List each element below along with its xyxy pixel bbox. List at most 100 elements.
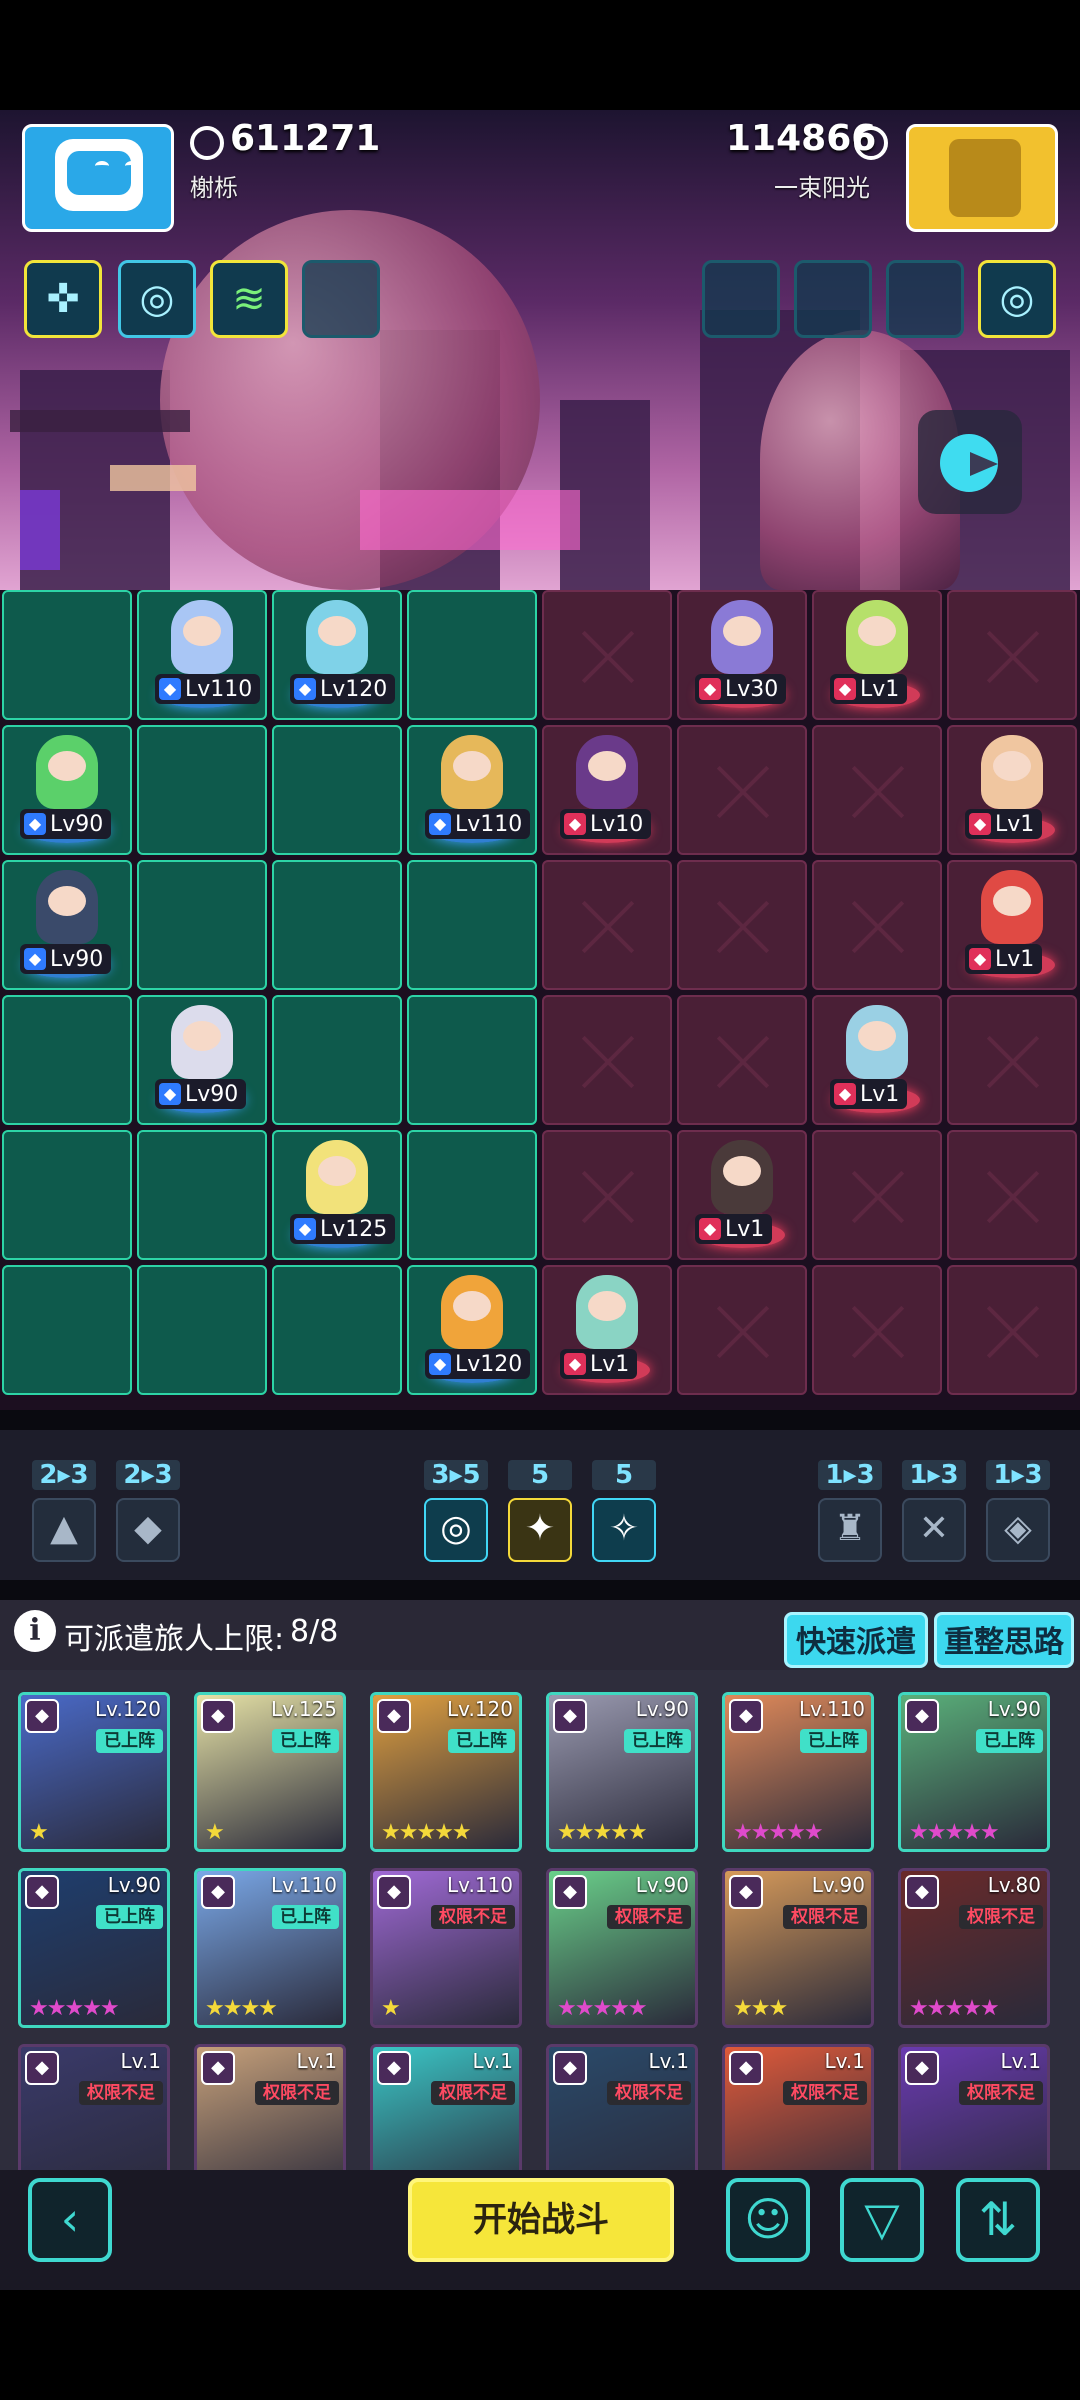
ally-tile[interactable]: [137, 1130, 267, 1260]
enemy-tile[interactable]: [677, 860, 807, 990]
synergy-trait[interactable]: 2▸3 ▲: [32, 1460, 96, 1562]
character-card[interactable]: ◆ Lv.125 已上阵 ★: [194, 1692, 346, 1852]
sort-icon: ⇅: [978, 2192, 1018, 2246]
player-avatar[interactable]: [22, 124, 174, 232]
ally-tile[interactable]: [2, 590, 132, 720]
enemy-unit[interactable]: ◆ Lv1: [542, 1265, 672, 1395]
cross-rune-icon: ✜: [46, 276, 80, 322]
synergy-trait[interactable]: 1▸3 ✕: [902, 1460, 966, 1562]
synergy-trait[interactable]: 5 ✦: [508, 1460, 572, 1562]
enemy-unit[interactable]: ◆ Lv30: [677, 590, 807, 720]
character-card[interactable]: ◆ Lv.1 权限不足: [194, 2044, 346, 2170]
class-icon: ◆: [564, 1353, 586, 1375]
ally-tile[interactable]: [137, 860, 267, 990]
ally-unit[interactable]: ◆ Lv120: [407, 1265, 537, 1395]
unit-level: Lv90: [185, 1081, 239, 1107]
enemy-tile[interactable]: [542, 590, 672, 720]
ally-tile[interactable]: [407, 1130, 537, 1260]
ally-unit[interactable]: ◆ Lv120: [272, 590, 402, 720]
character-card[interactable]: ◆ Lv.1 权限不足: [722, 2044, 874, 2170]
enemy-tile[interactable]: [812, 860, 942, 990]
synergy-trait[interactable]: 2▸3 ◆: [116, 1460, 180, 1562]
character-card[interactable]: ◆ Lv.90 权限不足 ★★★: [722, 1868, 874, 2028]
ally-tile[interactable]: [137, 725, 267, 855]
brain-button[interactable]: ☺: [726, 2178, 810, 2262]
character-card[interactable]: ◆ Lv.90 权限不足 ★★★★★: [546, 1868, 698, 2028]
ally-tile[interactable]: [137, 1265, 267, 1395]
reset-strategy-button[interactable]: 重整思路: [934, 1612, 1074, 1668]
character-card[interactable]: ◆ Lv.120 已上阵 ★★★★★: [370, 1692, 522, 1852]
enemy-unit[interactable]: ◆ Lv1: [812, 995, 942, 1125]
synergy-count: 1▸3: [818, 1460, 882, 1490]
enemy-unit[interactable]: ◆ Lv10: [542, 725, 672, 855]
character-card[interactable]: ◆ Lv.1 权限不足: [898, 2044, 1050, 2170]
ally-tile[interactable]: [272, 725, 402, 855]
ally-unit[interactable]: ◆ Lv110: [137, 590, 267, 720]
character-card[interactable]: ◆ Lv.80 权限不足 ★★★★★: [898, 1868, 1050, 2028]
enemy-tile[interactable]: [947, 590, 1077, 720]
enemy-tile[interactable]: [542, 1130, 672, 1260]
ally-tile[interactable]: [2, 1130, 132, 1260]
ally-tile[interactable]: [407, 995, 537, 1125]
rune-slot-zigzag[interactable]: ≋: [210, 260, 288, 338]
ally-unit[interactable]: ◆ Lv90: [2, 725, 132, 855]
enemy-tile[interactable]: [947, 1265, 1077, 1395]
enemy-tile[interactable]: [677, 995, 807, 1125]
enemy-tile[interactable]: [677, 725, 807, 855]
unit-level-badge: ◆ Lv125: [290, 1214, 396, 1244]
enemy-unit[interactable]: ◆ Lv1: [812, 590, 942, 720]
ally-tile[interactable]: [272, 1265, 402, 1395]
ally-tile[interactable]: [407, 590, 537, 720]
info-icon[interactable]: i: [14, 1610, 56, 1652]
start-battle-button[interactable]: 开始战斗: [408, 2178, 674, 2262]
enemy-unit[interactable]: ◆ Lv1: [947, 860, 1077, 990]
unit-face: [993, 751, 1031, 781]
ally-tile[interactable]: [272, 860, 402, 990]
unit-level: Lv30: [725, 676, 779, 702]
synergy-trait[interactable]: 3▸5 ◎: [424, 1460, 488, 1562]
unit-level-badge: ◆ Lv110: [155, 674, 261, 704]
ally-unit[interactable]: ◆ Lv90: [2, 860, 132, 990]
enemy-tile[interactable]: [947, 1130, 1077, 1260]
character-card[interactable]: ◆ Lv.90 已上阵 ★★★★★: [546, 1692, 698, 1852]
ally-tile[interactable]: [272, 995, 402, 1125]
chat-button[interactable]: [918, 410, 1022, 514]
enemy-tile[interactable]: [812, 1130, 942, 1260]
filter-button[interactable]: ▽: [840, 2178, 924, 2262]
character-card[interactable]: ◆ Lv.1 权限不足: [370, 2044, 522, 2170]
ally-tile[interactable]: [407, 860, 537, 990]
character-card[interactable]: ◆ Lv.90 已上阵 ★★★★★: [898, 1692, 1050, 1852]
opponent-avatar[interactable]: [906, 124, 1058, 232]
character-card[interactable]: ◆ Lv.120 已上阵 ★: [18, 1692, 170, 1852]
rune-slot-swirl[interactable]: ◎: [118, 260, 196, 338]
star-rating: ★★★: [733, 1996, 788, 2021]
enemy-tile[interactable]: [947, 995, 1077, 1125]
synergy-trait[interactable]: 1▸3 ♜: [818, 1460, 882, 1562]
ally-tile[interactable]: [2, 995, 132, 1125]
synergy-trait[interactable]: 5 ✧: [592, 1460, 656, 1562]
character-card[interactable]: ◆ Lv.90 已上阵 ★★★★★: [18, 1868, 170, 2028]
character-card[interactable]: ◆ Lv.110 已上阵 ★★★★: [194, 1868, 346, 2028]
ally-unit[interactable]: ◆ Lv90: [137, 995, 267, 1125]
enemy-tile[interactable]: [542, 860, 672, 990]
ally-tile[interactable]: [2, 1265, 132, 1395]
enemy-tile[interactable]: [812, 725, 942, 855]
rune-slot-empty[interactable]: [302, 260, 380, 338]
back-button[interactable]: ‹: [28, 2178, 112, 2262]
synergy-trait[interactable]: 1▸3 ◈: [986, 1460, 1050, 1562]
character-card[interactable]: ◆ Lv.1 权限不足: [546, 2044, 698, 2170]
quick-dispatch-button[interactable]: 快速派遣: [784, 1612, 928, 1668]
ally-unit[interactable]: ◆ Lv125: [272, 1130, 402, 1260]
enemy-tile[interactable]: [812, 1265, 942, 1395]
enemy-tile[interactable]: [677, 1265, 807, 1395]
enemy-unit[interactable]: ◆ Lv1: [947, 725, 1077, 855]
character-card[interactable]: ◆ Lv.1 权限不足: [18, 2044, 170, 2170]
class-icon: ◆: [201, 2051, 235, 2085]
enemy-tile[interactable]: [542, 995, 672, 1125]
character-card[interactable]: ◆ Lv.110 权限不足 ★: [370, 1868, 522, 2028]
sort-button[interactable]: ⇅: [956, 2178, 1040, 2262]
character-card[interactable]: ◆ Lv.110 已上阵 ★★★★★: [722, 1692, 874, 1852]
rune-slot-cross[interactable]: ✜: [24, 260, 102, 338]
ally-unit[interactable]: ◆ Lv110: [407, 725, 537, 855]
enemy-unit[interactable]: ◆ Lv1: [677, 1130, 807, 1260]
